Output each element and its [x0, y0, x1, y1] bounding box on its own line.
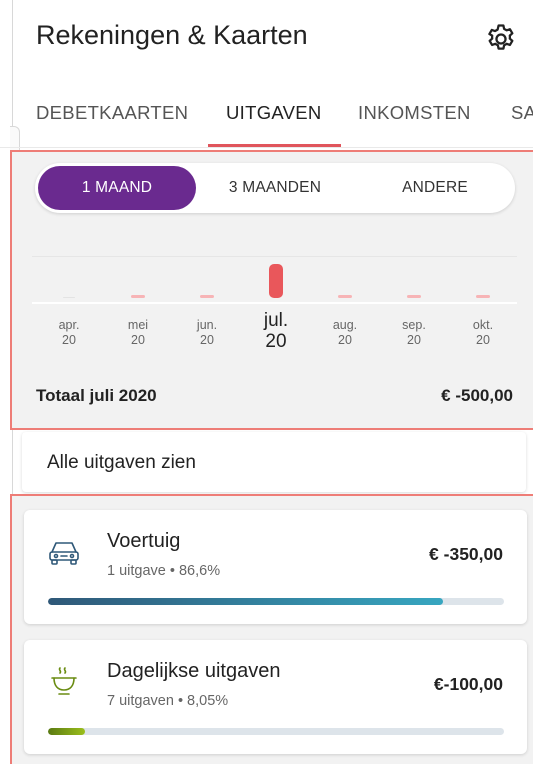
app-header: Rekeningen & Kaarten [0, 0, 533, 80]
chart-baseline [32, 302, 517, 304]
categories-panel: Voertuig 1 uitgave • 86,6% € -350,00 Dag… [10, 494, 533, 764]
category-amount: € -350,00 [429, 544, 503, 564]
category-card-voertuig[interactable]: Voertuig 1 uitgave • 86,6% € -350,00 [24, 510, 527, 624]
chart-bar-aug-20[interactable] [338, 295, 352, 298]
chart-x-label-year: 20 [200, 333, 214, 347]
category-name: Dagelijkse uitgaven [107, 660, 281, 682]
chart-x-label-month: jun. [196, 318, 218, 332]
period-option-3-maanden[interactable]: 3 MAANDEN [205, 163, 345, 213]
category-meta: 7 uitgaven • 8,05% [107, 693, 229, 709]
chart-x-label[interactable]: sep. 20 [384, 318, 444, 348]
chart-gridline [32, 256, 517, 257]
category-name: Voertuig [107, 530, 181, 552]
chart-x-label-year: 20 [131, 333, 145, 347]
period-option-andere[interactable]: ANDERE [365, 163, 505, 213]
chart-x-label-year: 20 [476, 333, 490, 347]
chart-x-label-year: 20 [338, 333, 352, 347]
chart-x-label-month: mei [127, 318, 149, 332]
category-amount: €-100,00 [433, 674, 503, 694]
category-meta: 1 uitgave • 86,6% [107, 563, 221, 579]
chart-x-label[interactable]: jun. 20 [177, 318, 237, 348]
tabs-divider [0, 147, 533, 148]
category-progress-fill [48, 598, 443, 605]
tab-bar: DEBETKAARTEN UITGAVEN INKOMSTEN SA [0, 80, 533, 148]
chart-x-label-month: jul. [263, 310, 289, 331]
total-label: Totaal juli 2020 [36, 386, 157, 405]
chart-x-label[interactable]: okt. 20 [453, 318, 513, 348]
car-icon [49, 542, 79, 565]
chart-bar-jul-20[interactable] [269, 264, 283, 298]
chart-bar-okt-20[interactable] [476, 295, 490, 298]
chart-x-label[interactable]: aug. 20 [315, 318, 375, 348]
chart-x-label-month: aug. [332, 318, 358, 332]
tab-debetkaarten[interactable]: DEBETKAARTEN [36, 102, 188, 124]
category-progress-fill [48, 728, 85, 735]
food-bowl-icon [51, 667, 77, 695]
chart-x-label[interactable]: jul. 20 [246, 310, 306, 352]
chart-bar-mei-20[interactable] [131, 295, 145, 298]
chart-bar-apr-20[interactable] [63, 296, 75, 298]
tab-uitgaven[interactable]: UITGAVEN [226, 102, 322, 124]
monthly-expenses-chart: apr. 20 mei 20 jun. 20 jul. 20 aug. 20 sep. 20 okt. 2… [32, 252, 517, 362]
all-expenses-label: Alle uitgaven zien [47, 452, 196, 473]
total-value: € -500,00 [441, 386, 513, 405]
chart-x-label-year: 20 [265, 331, 287, 352]
category-progress-track [48, 598, 504, 605]
chart-x-label-month: sep. [402, 318, 426, 332]
period-panel: 1 MAAND 3 MAANDEN ANDERE apr. 20 mei 20 jun.… [10, 150, 533, 430]
page-title: Rekeningen & Kaarten [36, 20, 308, 50]
tab-sa[interactable]: SA [511, 102, 533, 124]
chart-x-label-year: 20 [62, 333, 76, 347]
chart-x-label[interactable]: apr. 20 [39, 318, 99, 348]
category-card-dagelijkse-uitgaven[interactable]: Dagelijkse uitgaven 7 uitgaven • 8,05% €… [24, 640, 527, 754]
chart-x-label-month: apr. [58, 318, 80, 332]
gear-icon[interactable] [484, 22, 518, 56]
period-selector: 1 MAAND 3 MAANDEN ANDERE [35, 163, 515, 213]
chart-x-label-year: 20 [407, 333, 421, 347]
period-option-1-maand[interactable]: 1 MAAND [38, 166, 196, 210]
chart-x-label[interactable]: mei 20 [108, 318, 168, 348]
chart-bar-sep-20[interactable] [407, 295, 421, 298]
all-expenses-button[interactable]: Alle uitgaven zien [22, 432, 526, 492]
chart-x-label-month: okt. [472, 318, 494, 332]
tab-inkomsten[interactable]: INKOMSTEN [358, 102, 471, 124]
chart-bar-jun-20[interactable] [200, 295, 214, 298]
category-progress-track [48, 728, 504, 735]
